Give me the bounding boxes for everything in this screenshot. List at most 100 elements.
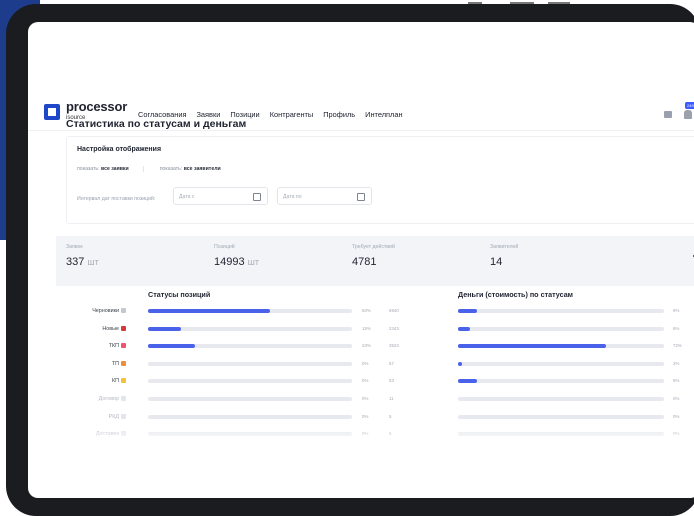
positions-chart-title: Статусы позиций [148,290,211,299]
positions-percent: 15% [362,326,371,331]
status-label: Договор [98,396,119,402]
nav-item-profile[interactable]: Профиль [323,110,355,119]
money-bar-track [458,379,664,383]
status-row: КП 0% 53 9% [28,378,694,392]
positions-count: 5 [389,414,392,419]
status-color-marker [121,343,126,348]
positions-percent: 23% [362,343,371,348]
stat-value-row: 14993 шт [214,256,259,268]
positions-bar [148,344,195,348]
settings-title: Настройка отображения [77,146,162,153]
date-to-placeholder: Дата по [283,194,302,200]
positions-count: 57 [389,361,394,366]
page-title: Статистика по статусам и деньгам [66,118,247,130]
stat-value-row: 337 шт [66,256,99,268]
status-color-marker [121,378,126,383]
nav-item-contractors[interactable]: Контрагенты [270,110,314,119]
positions-bar [148,309,270,313]
money-chart-title: Деньги (стоимость) по статусам [458,290,574,299]
status-color-marker [121,308,126,313]
positions-count: 53 [389,378,394,383]
money-bar-track [458,344,664,348]
date-from-placeholder: Дата с [179,194,195,200]
requests-filter-prefix: показать: [77,166,100,172]
applicants-filter-prefix: показать: [159,166,183,172]
tablet-screen: processor isource Согласования Заявки По… [28,22,694,498]
status-row: Черновики 60% 6940 9% [28,308,694,322]
positions-bar-track [148,362,352,366]
stat-label: Требует действий [352,244,395,250]
notification-badge: 249 [685,102,694,109]
stat-unit: шт [87,257,99,267]
nav-item-intelplan[interactable]: Интелплан [365,110,402,119]
positions-bar-track [148,397,352,401]
stat-applicants: Заявителей 14 [490,244,518,268]
positions-percent: 60% [362,308,371,313]
applicants-filter-value: все заявители [183,166,221,172]
positions-percent: 0% [362,396,369,401]
logo-icon[interactable] [44,104,60,120]
positions-count: 11 [389,396,394,401]
calendar-icon[interactable] [253,193,261,201]
positions-count: 2343 [389,326,399,331]
stat-actions: Требует действий 4781 [352,244,395,268]
status-label: ТКП [108,343,119,349]
money-percent: 0% [673,414,680,419]
stat-value: 4781 [352,256,377,268]
requests-filter[interactable]: показать: все заявки [77,166,144,172]
money-percent: 6% [673,326,680,331]
positions-count: 3523 [389,343,399,348]
money-bar [458,309,477,313]
stat-requests: Заявок 337 шт [66,244,99,268]
stat-value: 337 [66,256,85,268]
status-row: ТКП 23% 3523 72% [28,343,694,357]
status-row: Договор 0% 11 0% [28,396,694,410]
positions-bar-track [148,379,352,383]
status-color-marker [121,396,126,401]
stat-positions: Позиций 14993 шт [214,244,259,268]
positions-count: 6940 [389,308,399,313]
status-row: Новые 15% 2343 6% [28,326,694,340]
positions-percent: 0% [362,361,369,366]
requests-filter-value: все заявки [101,166,129,172]
money-percent: 72% [673,343,682,348]
money-bar-track [458,309,664,313]
filter-row: показать: все заявки показать: все заяви… [77,166,221,172]
stat-value: 14993 [214,256,245,268]
bell-icon[interactable] [684,110,692,119]
chat-icon[interactable] [664,111,672,118]
money-bar [458,327,470,331]
positions-bar-track [148,415,352,419]
logo-name[interactable]: processor [66,100,127,113]
date-from-field[interactable]: Дата с [173,187,268,205]
status-label: Новые [102,326,119,332]
money-percent: 9% [673,378,680,383]
summary-stats: Заявок 337 шт Позиций 14993 шт Требует д… [56,236,694,286]
status-label: ТП [111,361,119,367]
status-color-marker [121,326,126,331]
stat-value: 14 [490,256,503,268]
status-color-marker [121,414,126,419]
positions-bar-track [148,327,352,331]
money-percent: 9% [673,308,680,313]
calendar-icon[interactable] [357,193,365,201]
money-bar [458,344,606,348]
status-label: РКД [108,414,119,420]
date-to-field[interactable]: Дата по [277,187,372,205]
tablet-frame: processor isource Согласования Заявки По… [6,4,694,516]
stat-label: Позиций [214,244,235,250]
status-label: КП [111,378,119,384]
positions-percent: 0% [362,414,369,419]
positions-bar-track [148,344,352,348]
bottom-fade [28,428,694,442]
money-bar [458,362,462,366]
money-percent: 2% [673,361,680,366]
status-label: Черновики [92,308,119,314]
stat-label: Заявителей [490,244,519,250]
status-color-marker [121,361,126,366]
stat-label: Заявок [66,244,83,250]
money-bar-track [458,415,664,419]
money-bar-track [458,397,664,401]
positions-bar-track [148,309,352,313]
applicants-filter[interactable]: показать: все заявители [144,166,221,172]
